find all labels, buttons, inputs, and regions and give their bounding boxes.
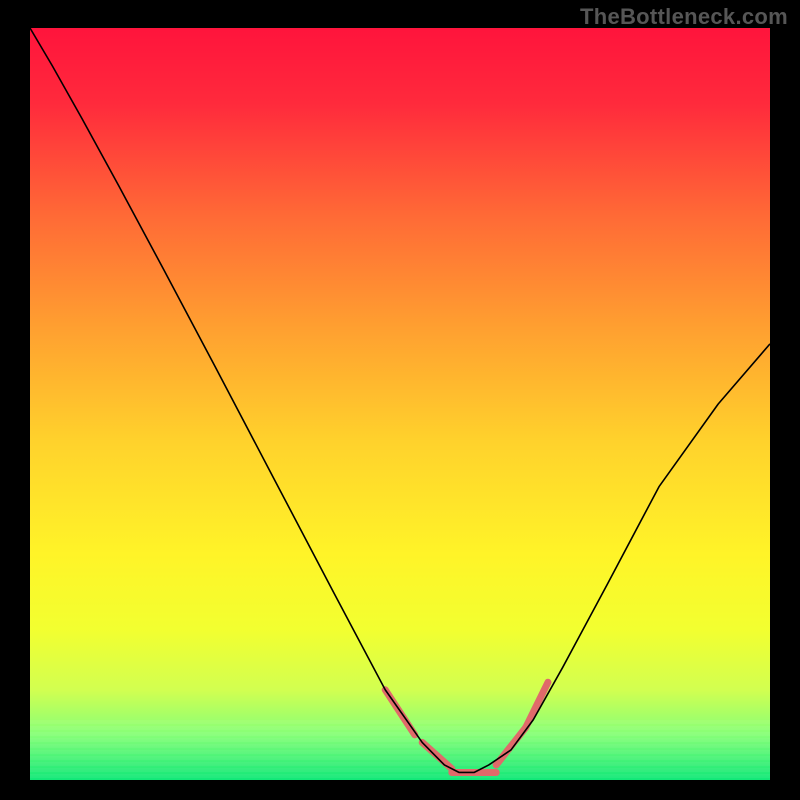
gradient-band xyxy=(30,744,770,748)
chart-frame: TheBottleneck.com xyxy=(0,0,800,800)
gradient-band xyxy=(30,720,770,724)
bottleneck-chart xyxy=(0,0,800,800)
gradient-band xyxy=(30,768,770,772)
gradient-band xyxy=(30,774,770,778)
gradient-band xyxy=(30,726,770,730)
watermark-text: TheBottleneck.com xyxy=(580,4,788,30)
gradient-band xyxy=(30,762,770,766)
gradient-band xyxy=(30,732,770,736)
gradient-band xyxy=(30,756,770,760)
gradient-band xyxy=(30,738,770,742)
gradient-band xyxy=(30,750,770,754)
plot-background xyxy=(30,28,770,780)
